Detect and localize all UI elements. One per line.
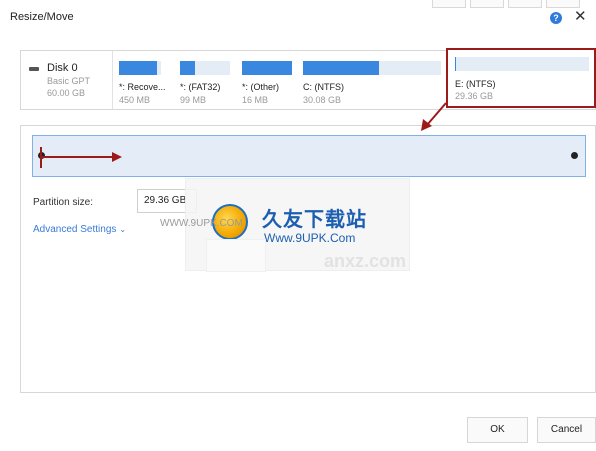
partition-usage-fill xyxy=(455,57,456,71)
help-icon[interactable]: ? xyxy=(550,12,562,24)
partition-size-label: Partition size: xyxy=(33,197,94,208)
close-icon[interactable]: ✕ xyxy=(574,9,587,24)
cancel-button[interactable]: Cancel xyxy=(537,417,596,443)
partition-usage-fill xyxy=(303,61,379,75)
partition-usage-fill xyxy=(242,61,292,75)
toolbar-tab[interactable] xyxy=(470,0,504,8)
chevron-down-icon: ⌄ xyxy=(119,225,127,234)
watermark-box xyxy=(206,239,266,272)
partition-label: *: Recove... xyxy=(119,82,166,92)
watermark-overlay: 久友下载站 Www.9UPK.Com WWW.9UPK.COM anxz.com xyxy=(160,178,410,272)
watermark-faint-text: anxz.com xyxy=(324,251,407,271)
partition-size: 30.08 GB xyxy=(303,95,342,105)
partition-fat32[interactable]: *: (FAT32) 99 MB xyxy=(180,59,230,107)
watermark-small-text: WWW.9UPK.COM xyxy=(160,218,243,229)
partition-usage-fill xyxy=(180,61,195,75)
disk-type: Basic GPT xyxy=(47,76,91,86)
partition-size: 16 MB xyxy=(242,95,269,105)
advanced-settings-label: Advanced Settings xyxy=(33,224,117,235)
partition-label: *: (FAT32) xyxy=(180,82,221,92)
disk-map: Disk 0 Basic GPT 60.00 GB *: Recove... 4… xyxy=(20,48,596,110)
toolbar-tabs xyxy=(432,0,584,8)
partition-size: 450 MB xyxy=(119,95,151,105)
partition-bar xyxy=(455,57,589,71)
partition-label: *: (Other) xyxy=(242,82,280,92)
partition-e-selected[interactable]: E: (NTFS) 29.36 GB xyxy=(446,48,596,108)
resize-handle-right[interactable] xyxy=(571,152,578,159)
resize-handle-left[interactable] xyxy=(38,152,45,159)
partition-bar xyxy=(180,61,230,75)
partition-usage-fill xyxy=(119,61,157,75)
partition-bar xyxy=(242,61,292,75)
toolbar-tab[interactable] xyxy=(508,0,542,8)
disk-size: 60.00 GB xyxy=(47,88,86,98)
watermark-url: Www.9UPK.Com xyxy=(264,231,356,245)
partition-other[interactable]: *: (Other) 16 MB xyxy=(242,59,292,107)
partition-size: 29.36 GB xyxy=(455,91,494,101)
window-title: Resize/Move xyxy=(10,11,74,23)
resize-slider-track[interactable] xyxy=(32,135,586,177)
partition-label: E: (NTFS) xyxy=(455,79,496,89)
ok-button[interactable]: OK xyxy=(467,417,528,443)
toolbar-tab[interactable] xyxy=(432,0,466,8)
partition-bar xyxy=(119,61,161,75)
toolbar-tab[interactable] xyxy=(546,0,580,8)
disk-info: Disk 0 Basic GPT 60.00 GB xyxy=(21,51,113,109)
partition-bar xyxy=(303,61,441,75)
disk-name: Disk 0 xyxy=(47,62,78,74)
partition-recovery[interactable]: *: Recove... 450 MB xyxy=(119,59,166,107)
partition-size: 99 MB xyxy=(180,95,207,105)
disk-icon xyxy=(29,67,39,71)
advanced-settings-link[interactable]: Advanced Settings ⌄ xyxy=(33,224,126,235)
partition-c[interactable]: C: (NTFS) 30.08 GB xyxy=(303,59,441,107)
watermark-brand: 久友下载站 xyxy=(262,207,367,231)
partition-label: C: (NTFS) xyxy=(303,82,344,92)
